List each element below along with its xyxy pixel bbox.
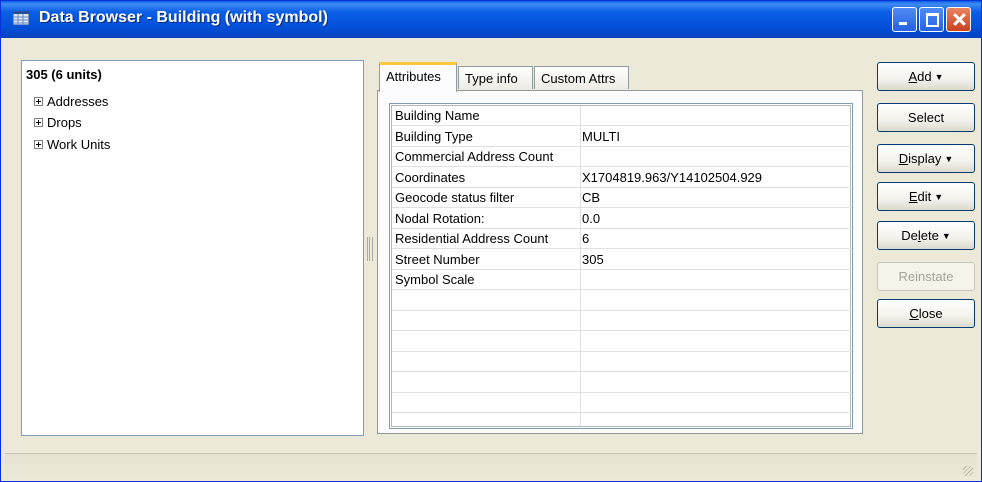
attribute-row[interactable]: Building Name: [392, 106, 852, 126]
attribute-name: Geocode status filter: [395, 190, 515, 205]
edit-button[interactable]: Edit ▼: [877, 182, 975, 211]
minimize-button[interactable]: [892, 7, 917, 32]
attribute-value[interactable]: 0.0: [582, 211, 600, 226]
display-label-post: isplay: [908, 151, 942, 166]
expand-icon[interactable]: [34, 96, 43, 106]
tree-item-label: Work Units: [47, 136, 111, 152]
attribute-value[interactable]: MULTI: [582, 129, 620, 144]
attribute-row[interactable]: Building Type MULTI: [392, 127, 852, 147]
attribute-name: Residential Address Count: [395, 231, 549, 246]
attribute-name: Symbol Scale: [395, 272, 475, 287]
tree-item-label: Addresses: [47, 93, 109, 109]
empty-row: [392, 291, 852, 311]
empty-row: [392, 332, 852, 352]
attribute-row[interactable]: Street Number 305: [392, 250, 852, 270]
attribute-row[interactable]: Geocode status filter CB: [392, 188, 852, 208]
close-accelerator: C: [909, 306, 919, 321]
attribute-value[interactable]: CB: [582, 190, 600, 205]
data-browser-icon: [13, 11, 29, 25]
resize-grip-icon[interactable]: [963, 466, 973, 476]
attribute-name: Street Number: [395, 252, 480, 267]
empty-row: [392, 311, 852, 331]
attribute-row[interactable]: Commercial Address Count: [392, 147, 852, 167]
dropdown-arrow-icon: ▼: [934, 72, 944, 82]
select-button[interactable]: Select: [877, 103, 975, 132]
tree-item-addresses[interactable]: Addresses: [34, 93, 108, 109]
add-accelerator: A: [908, 69, 918, 84]
tab-custom-attrs[interactable]: Custom Attrs: [534, 66, 629, 89]
delete-label-pre: De: [901, 228, 918, 243]
display-accelerator: D: [898, 151, 909, 166]
attribute-name: Coordinates: [395, 170, 466, 185]
add-label-post: dd: [917, 69, 932, 84]
tree-root-node[interactable]: 305 (6 units): [26, 67, 102, 82]
expand-icon[interactable]: [34, 117, 43, 127]
attribute-row[interactable]: Residential Address Count 6: [392, 229, 852, 249]
empty-row: [392, 352, 852, 372]
close-label-post: lose: [918, 306, 943, 321]
delete-label-post: ete: [920, 228, 939, 243]
tree-item-label: Drops: [47, 114, 82, 130]
reinstate-button[interactable]: Reinstate: [877, 262, 975, 291]
tab-attributes[interactable]: Attributes: [379, 62, 457, 92]
empty-row: [392, 373, 852, 393]
attributes-grid-body: Building Name Building Type MULTI Commercia…: [391, 105, 852, 427]
attribute-value[interactable]: 305: [582, 252, 604, 267]
delete-button[interactable]: Delete ▼: [877, 221, 975, 250]
attribute-name: Commercial Address Count: [395, 149, 554, 164]
dropdown-arrow-icon: ▼: [944, 154, 954, 164]
title-bar[interactable]: Data Browser - Building (with symbol): [1, 1, 981, 38]
edit-label-post: dit: [917, 189, 932, 204]
window-title: Data Browser - Building (with symbol): [39, 9, 328, 26]
dropdown-arrow-icon: ▼: [934, 192, 944, 202]
attribute-name: Building Type: [395, 129, 473, 144]
attribute-value[interactable]: X1704819.963/Y14102504.929: [582, 170, 762, 185]
display-button[interactable]: Display ▼: [877, 144, 975, 173]
tree-item-work-units[interactable]: Work Units: [34, 136, 110, 152]
edit-accelerator: E: [908, 189, 918, 204]
data-browser-window: Data Browser - Building (with symbol) 30…: [0, 0, 982, 482]
pane-splitter[interactable]: [367, 237, 373, 261]
dropdown-arrow-icon: ▼: [941, 231, 951, 241]
attribute-value[interactable]: 6: [582, 231, 589, 246]
empty-row: [392, 393, 852, 413]
attributes-grid[interactable]: Building Name Building Type MULTI Commercia…: [389, 103, 853, 429]
attribute-row[interactable]: Coordinates X1704819.963/Y14102504.929: [392, 168, 852, 188]
attribute-row[interactable]: Symbol Scale: [392, 270, 852, 290]
maximize-button[interactable]: [919, 7, 944, 32]
tree-item-drops[interactable]: Drops: [34, 114, 82, 130]
close-button[interactable]: Close: [877, 299, 975, 328]
attribute-row[interactable]: Nodal Rotation: 0.0: [392, 209, 852, 229]
add-button[interactable]: Add ▼: [877, 62, 975, 91]
tab-type-info[interactable]: Type info: [458, 66, 533, 89]
attribute-name: Nodal Rotation:: [395, 211, 485, 226]
expand-icon[interactable]: [34, 139, 43, 149]
close-window-button[interactable]: [946, 7, 971, 32]
attribute-name: Building Name: [395, 108, 480, 123]
status-bar: [5, 453, 977, 480]
object-tree[interactable]: 305 (6 units) Addresses Drops Work Units: [21, 60, 364, 436]
